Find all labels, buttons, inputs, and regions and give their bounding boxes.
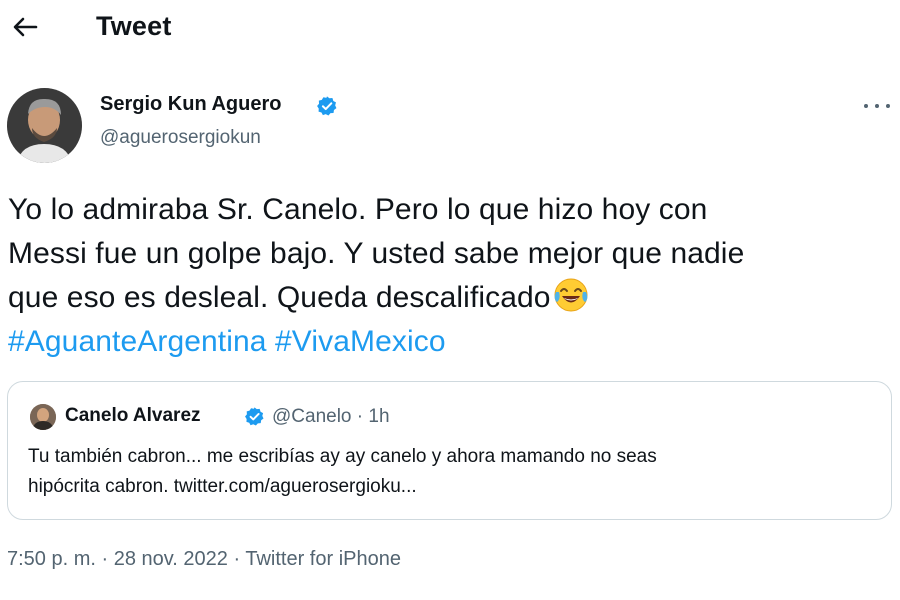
quoted-avatar[interactable]	[30, 404, 56, 430]
arrow-left-icon[interactable]	[10, 12, 40, 42]
page-title: Tweet	[96, 11, 172, 41]
tweet-source-link[interactable]: Twitter for iPhone	[245, 548, 401, 570]
tweet-line: Messi fue un golpe bajo. Y usted sabe me…	[8, 237, 745, 270]
verified-badge-icon	[316, 95, 338, 117]
hashtags-line: #AguanteArgentina #VivaMexico	[8, 320, 893, 364]
quoted-time[interactable]: 1h	[368, 406, 389, 427]
face-with-tears-of-joy-icon	[553, 277, 589, 313]
quoted-author-name[interactable]: Canelo Alvarez	[65, 405, 201, 427]
quoted-line: Tu también cabron... me escribías ay ay …	[28, 446, 657, 467]
tweet-line-text: que eso es desleal. Queda descalificado	[8, 281, 551, 314]
quoted-line: hipócrita cabron. twitter.com/agueroserg…	[28, 476, 417, 497]
footer-separator: ·	[233, 548, 241, 570]
header: Tweet	[0, 0, 900, 56]
more-options-button[interactable]	[860, 96, 894, 116]
tweet-line: Yo lo admiraba Sr. Canelo. Pero lo que h…	[8, 193, 708, 226]
more-dots-icon	[864, 104, 868, 108]
author-handle[interactable]: @aguerosergiokun	[100, 127, 261, 149]
tweet-time[interactable]: 7:50 p. m.	[7, 548, 96, 570]
author-name[interactable]: Sergio Kun Aguero	[100, 93, 281, 116]
tweet-date[interactable]: 28 nov. 2022	[114, 548, 228, 570]
hashtag-link[interactable]: #AguanteArgentina	[8, 325, 267, 358]
tweet-page: Tweet Sergio Kun Aguero @aguerosergiokun…	[0, 0, 900, 600]
meta-separator: ·	[356, 406, 364, 427]
footer-separator: ·	[101, 548, 109, 570]
quoted-meta: @Canelo · 1h	[272, 406, 390, 428]
back-button[interactable]	[10, 12, 40, 42]
tweet-timestamp: 7:50 p. m. · 28 nov. 2022 · Twitter for …	[7, 548, 401, 571]
quoted-tweet-text: Tu también cabron... me escribías ay ay …	[28, 442, 878, 502]
tweet-text: Yo lo admiraba Sr. Canelo. Pero lo que h…	[8, 188, 893, 364]
more-dot	[886, 104, 890, 108]
author-avatar[interactable]	[7, 88, 82, 163]
quoted-tweet[interactable]: Canelo Alvarez @Canelo · 1h Tu también c…	[7, 381, 892, 520]
quoted-author-handle[interactable]: @Canelo	[272, 406, 352, 427]
hashtag-link[interactable]: #VivaMexico	[275, 325, 446, 358]
verified-badge-icon	[244, 406, 265, 427]
more-dot	[875, 104, 879, 108]
tweet-line-3: que eso es desleal. Queda descalificado	[8, 276, 893, 320]
